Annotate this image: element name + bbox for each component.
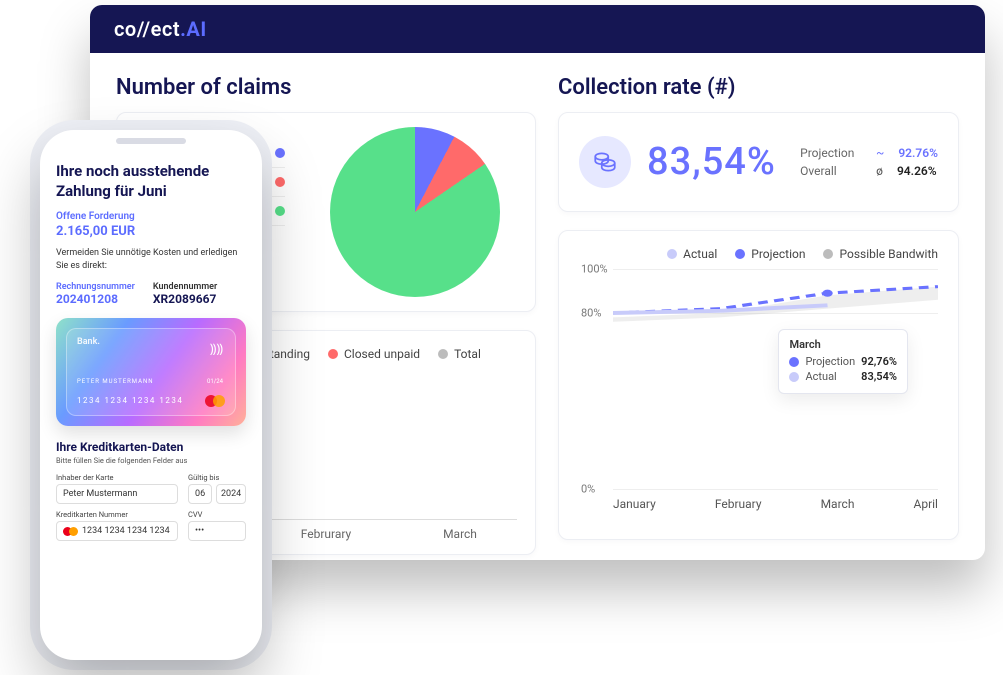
holder-input[interactable]: Peter Mustermann bbox=[56, 484, 178, 504]
overall-value: 94.26% bbox=[897, 164, 937, 178]
open-claim-amount: 2.165,00 EUR bbox=[56, 224, 246, 239]
cardnumber-field-label: Kreditkarten Nummer bbox=[56, 510, 178, 519]
xtick: February bbox=[715, 497, 762, 511]
legend-label: Possible Bandwith bbox=[839, 247, 938, 261]
valid-field-label: Gültig bis bbox=[188, 473, 246, 482]
xtick: April bbox=[914, 497, 938, 511]
payment-hint: Vermeiden Sie unnötige Kosten und erledi… bbox=[56, 247, 246, 272]
tooltip-title: March bbox=[789, 338, 897, 351]
rate-title: Collection rate (#) bbox=[558, 75, 959, 100]
rate-line-card: Actual Projection Possible Bandwith 100%… bbox=[558, 230, 959, 540]
phone-notch-icon bbox=[116, 138, 186, 144]
holder-field-label: Inhaber der Karte bbox=[56, 473, 178, 482]
bandwidth-area bbox=[613, 287, 938, 322]
projection-point-icon bbox=[822, 290, 832, 297]
legend-label: Projection bbox=[751, 247, 805, 261]
card-bank-label: Bank. bbox=[77, 337, 225, 347]
dot-icon bbox=[438, 349, 448, 359]
open-claim-label: Offene Forderung bbox=[56, 211, 246, 222]
dot-icon bbox=[275, 206, 285, 216]
dashboard-header: co//ect.AI bbox=[90, 5, 985, 53]
legend-label: Actual bbox=[683, 247, 717, 261]
xtick: January bbox=[613, 497, 656, 511]
projection-value: 92.76% bbox=[898, 146, 938, 160]
claims-title: Number of claims bbox=[116, 75, 536, 100]
dot-icon bbox=[667, 249, 677, 259]
credit-card-visual: Bank. ⸩⸩ PETER MUSTERMANN 01/24 1234 123… bbox=[56, 318, 246, 426]
collection-rate-value: 83,54% bbox=[647, 140, 776, 184]
claims-pie-chart bbox=[330, 127, 500, 297]
tooltip-value: 92,76% bbox=[861, 355, 897, 368]
card-number: 1234 1234 1234 1234 bbox=[77, 396, 183, 405]
contactless-icon: ⸩⸩ bbox=[210, 339, 223, 357]
dot-icon bbox=[789, 357, 799, 367]
ytick: 0% bbox=[581, 483, 595, 496]
x-axis-labels: January February March April bbox=[579, 497, 938, 511]
card-form-sub: Bitte füllen Sie die folgenden Felder au… bbox=[56, 456, 246, 465]
chart-tooltip: March Projection 92,76% Actual 83,54% bbox=[778, 329, 908, 394]
tooltip-label: Actual bbox=[805, 370, 836, 383]
dot-icon bbox=[275, 177, 285, 187]
valid-year-input[interactable]: 2024 bbox=[216, 484, 246, 504]
rate-side-stats: Projection ~ 92.76% Overall ø94.26% bbox=[800, 142, 938, 182]
card-holder-name: PETER MUSTERMANN bbox=[77, 378, 154, 385]
legend-label: Closed unpaid bbox=[344, 347, 420, 361]
cvv-field-label: CVV bbox=[188, 510, 246, 519]
phone-mockup: Ihre noch ausstehende Zahlung für Juni O… bbox=[40, 130, 262, 660]
dot-icon bbox=[275, 148, 285, 158]
cvv-input[interactable]: ••• bbox=[188, 521, 246, 541]
mastercard-icon bbox=[205, 395, 225, 407]
xtick: March bbox=[821, 497, 855, 511]
projection-label: Projection bbox=[800, 146, 862, 160]
dot-icon bbox=[328, 349, 338, 359]
customer-number-label: Kundennummer bbox=[153, 282, 217, 292]
invoice-number-value: 202401208 bbox=[56, 292, 135, 306]
card-form-title: Ihre Kreditkarten-Daten bbox=[56, 440, 246, 454]
line-plot: 100% 80% 0% bbox=[613, 269, 938, 489]
coins-icon bbox=[579, 136, 631, 188]
brand-logo: co//ect.AI bbox=[114, 17, 207, 41]
legend-label: Total bbox=[454, 347, 481, 361]
line-legend: Actual Projection Possible Bandwith bbox=[579, 247, 938, 261]
rate-summary-card: 83,54% Projection ~ 92.76% Overall ø94.2… bbox=[558, 112, 959, 212]
cardnumber-input[interactable]: 1234 1234 1234 1234 bbox=[56, 521, 178, 541]
dot-icon bbox=[823, 249, 833, 259]
logo-suffix: .AI bbox=[180, 17, 207, 41]
valid-month-input[interactable]: 06 bbox=[188, 484, 212, 504]
overall-label: Overall bbox=[800, 164, 862, 178]
tooltip-label: Projection bbox=[805, 355, 855, 368]
dot-icon bbox=[735, 249, 745, 259]
ytick: 100% bbox=[581, 263, 608, 276]
payment-heading: Ihre noch ausstehende Zahlung für Juni bbox=[56, 162, 246, 201]
dot-icon bbox=[789, 372, 799, 382]
tooltip-value: 83,54% bbox=[861, 370, 897, 383]
reference-row: Rechnungsnummer 202401208 Kundennummer X… bbox=[56, 282, 246, 306]
ytick: 80% bbox=[581, 307, 601, 320]
mastercard-icon bbox=[63, 527, 78, 536]
invoice-number-label: Rechnungsnummer bbox=[56, 282, 135, 292]
logo-text: co//ect bbox=[114, 17, 180, 41]
card-expiry: 01/24 bbox=[207, 378, 223, 385]
customer-number-value: XR2089667 bbox=[153, 292, 217, 306]
